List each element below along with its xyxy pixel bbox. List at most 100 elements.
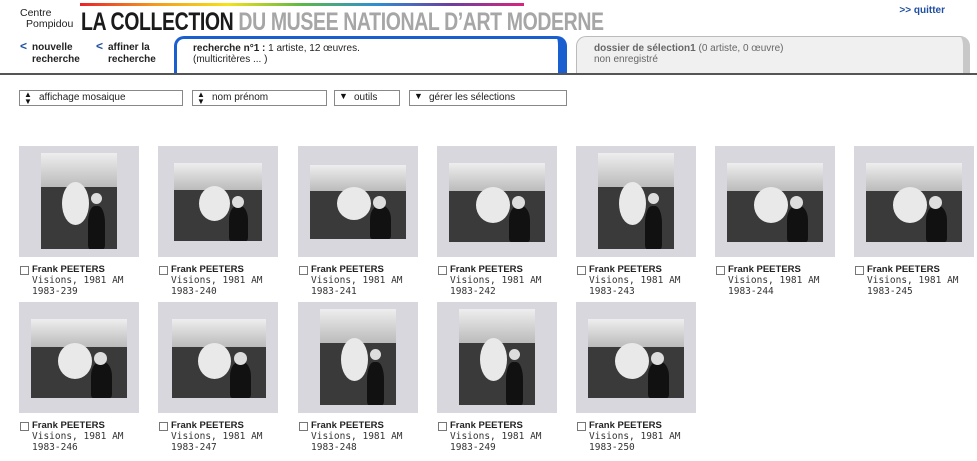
artwork-photo bbox=[449, 163, 545, 242]
select-checkbox[interactable] bbox=[20, 422, 29, 431]
refine-search-link[interactable]: < affiner la recherche bbox=[96, 40, 156, 66]
artist-name[interactable]: Frank PEETERS bbox=[32, 420, 105, 431]
tools-value: outils bbox=[354, 92, 378, 103]
photo-figure bbox=[645, 206, 662, 249]
chevron-down-icon: ▼ bbox=[414, 91, 423, 101]
inventory-number: 1983-240 bbox=[171, 286, 217, 297]
manage-selections-select[interactable]: ▼ gérer les sélections bbox=[409, 90, 567, 106]
display-mode-value: affichage mosaique bbox=[39, 92, 126, 103]
photo-subject bbox=[62, 182, 89, 225]
logo-line-2: Pompidou bbox=[26, 18, 74, 30]
result-card: Frank PEETERS Visions, 1981 AM 1983-250 bbox=[576, 302, 696, 461]
tab-current-search[interactable]: recherche n°1 : 1 artiste, 12 œuvres. (m… bbox=[174, 36, 567, 75]
artist-name[interactable]: Frank PEETERS bbox=[867, 264, 940, 275]
artist-name[interactable]: Frank PEETERS bbox=[589, 264, 662, 275]
artwork-thumbnail[interactable] bbox=[19, 146, 139, 257]
tools-select[interactable]: ▼ outils bbox=[334, 90, 400, 106]
artwork-thumbnail[interactable] bbox=[158, 146, 278, 257]
photo-subject bbox=[619, 182, 646, 225]
work-title[interactable]: Visions, 1981 AM bbox=[311, 275, 403, 286]
work-title[interactable]: Visions, 1981 AM bbox=[728, 275, 820, 286]
artwork-meta: Frank PEETERS Visions, 1981 AM 1983-243 bbox=[576, 263, 696, 307]
sort-select[interactable]: ▲ ▼ nom prénom bbox=[192, 90, 327, 106]
photo-subject bbox=[341, 338, 368, 381]
select-checkbox[interactable] bbox=[299, 422, 308, 431]
photo-head bbox=[648, 193, 659, 204]
result-card: Frank PEETERS Visions, 1981 AM 1983-245 bbox=[854, 146, 974, 307]
manage-selections-value: gérer les sélections bbox=[429, 92, 516, 103]
sort-updown-icon: ▲ ▼ bbox=[24, 90, 32, 106]
work-title[interactable]: Visions, 1981 AM bbox=[311, 431, 403, 442]
select-checkbox[interactable] bbox=[159, 422, 168, 431]
inventory-number: 1983-247 bbox=[171, 442, 217, 453]
new-search-line2: recherche bbox=[32, 54, 80, 65]
artist-name[interactable]: Frank PEETERS bbox=[728, 264, 801, 275]
artwork-thumbnail[interactable] bbox=[158, 302, 278, 413]
artwork-meta: Frank PEETERS Visions, 1981 AM 1983-249 bbox=[437, 419, 557, 461]
result-card: Frank PEETERS Visions, 1981 AM 1983-241 bbox=[298, 146, 418, 307]
work-title[interactable]: Visions, 1981 AM bbox=[32, 431, 124, 442]
new-search-link[interactable]: < nouvelle recherche bbox=[20, 40, 80, 66]
select-checkbox[interactable] bbox=[577, 266, 586, 275]
inventory-number: 1983-249 bbox=[450, 442, 496, 453]
sort-value: nom prénom bbox=[212, 92, 269, 103]
artist-name[interactable]: Frank PEETERS bbox=[32, 264, 105, 275]
work-title[interactable]: Visions, 1981 AM bbox=[171, 275, 263, 286]
artist-name[interactable]: Frank PEETERS bbox=[450, 420, 523, 431]
artist-name[interactable]: Frank PEETERS bbox=[450, 264, 523, 275]
display-mode-select[interactable]: ▲ ▼ affichage mosaique bbox=[19, 90, 183, 106]
photo-figure bbox=[88, 206, 105, 249]
back-arrow-icon: < bbox=[96, 39, 104, 53]
select-checkbox[interactable] bbox=[438, 266, 447, 275]
work-title[interactable]: Visions, 1981 AM bbox=[32, 275, 124, 286]
select-checkbox[interactable] bbox=[438, 422, 447, 431]
artist-name[interactable]: Frank PEETERS bbox=[311, 420, 384, 431]
photo-subject bbox=[199, 186, 230, 221]
photo-subject bbox=[198, 343, 231, 379]
inventory-number: 1983-245 bbox=[867, 286, 913, 297]
artwork-thumbnail[interactable] bbox=[298, 302, 418, 413]
artist-name[interactable]: Frank PEETERS bbox=[171, 264, 244, 275]
photo-figure bbox=[91, 362, 112, 398]
artwork-thumbnail[interactable] bbox=[437, 302, 557, 413]
artwork-photo bbox=[588, 319, 684, 398]
result-card: Frank PEETERS Visions, 1981 AM 1983-247 bbox=[158, 302, 278, 461]
select-checkbox[interactable] bbox=[577, 422, 586, 431]
artwork-photo bbox=[727, 163, 823, 242]
select-checkbox[interactable] bbox=[299, 266, 308, 275]
tab-selection-summary: (0 artiste, 0 œuvre) bbox=[695, 43, 784, 54]
artwork-thumbnail[interactable] bbox=[19, 302, 139, 413]
photo-head bbox=[512, 196, 525, 209]
work-title[interactable]: Visions, 1981 AM bbox=[450, 275, 542, 286]
select-checkbox[interactable] bbox=[716, 266, 725, 275]
artwork-thumbnail[interactable] bbox=[576, 302, 696, 413]
refine-line2: recherche bbox=[108, 54, 156, 65]
artwork-meta: Frank PEETERS Visions, 1981 AM 1983-241 bbox=[298, 263, 418, 307]
artist-name[interactable]: Frank PEETERS bbox=[311, 264, 384, 275]
work-title[interactable]: Visions, 1981 AM bbox=[589, 431, 681, 442]
select-checkbox[interactable] bbox=[159, 266, 168, 275]
photo-head bbox=[94, 352, 107, 365]
artwork-thumbnail[interactable] bbox=[715, 146, 835, 257]
artwork-thumbnail[interactable] bbox=[576, 146, 696, 257]
artwork-photo bbox=[598, 153, 674, 249]
work-title[interactable]: Visions, 1981 AM bbox=[171, 431, 263, 442]
inventory-number: 1983-239 bbox=[32, 286, 78, 297]
artwork-thumbnail[interactable] bbox=[437, 146, 557, 257]
collection-title-sub: DU MUSEE NATIONAL D’ART MODERNE bbox=[238, 8, 604, 36]
work-title[interactable]: Visions, 1981 AM bbox=[589, 275, 681, 286]
artwork-thumbnail[interactable] bbox=[298, 146, 418, 257]
artist-name[interactable]: Frank PEETERS bbox=[589, 420, 662, 431]
photo-head bbox=[790, 196, 803, 209]
photo-subject bbox=[476, 187, 510, 223]
select-checkbox[interactable] bbox=[855, 266, 864, 275]
tab-selection-folder[interactable]: dossier de sélection1 (0 artiste, 0 œuvr… bbox=[576, 36, 970, 75]
artwork-photo bbox=[31, 319, 127, 398]
select-checkbox[interactable] bbox=[20, 266, 29, 275]
work-title[interactable]: Visions, 1981 AM bbox=[450, 431, 542, 442]
artwork-thumbnail[interactable] bbox=[854, 146, 974, 257]
artist-name[interactable]: Frank PEETERS bbox=[171, 420, 244, 431]
work-title[interactable]: Visions, 1981 AM bbox=[867, 275, 959, 286]
quit-link[interactable]: >> quitter bbox=[899, 5, 945, 16]
photo-figure bbox=[229, 206, 248, 241]
